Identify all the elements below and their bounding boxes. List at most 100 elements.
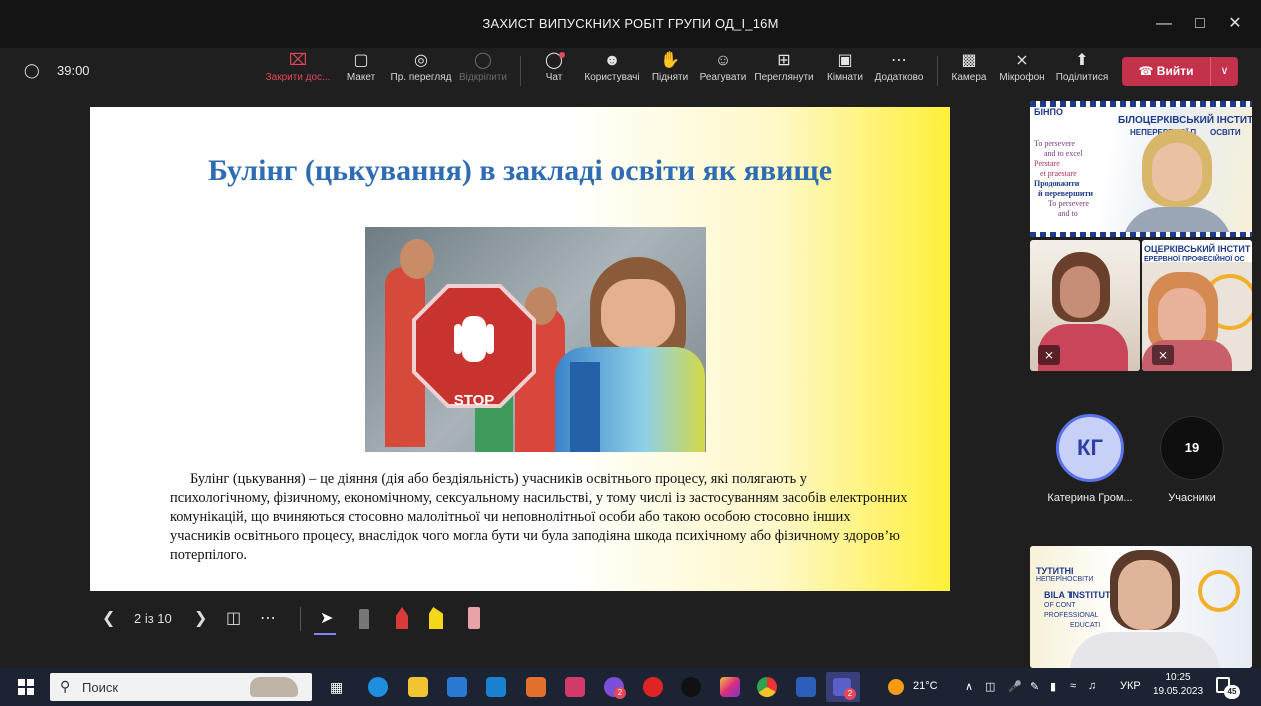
rooms-button[interactable]: ▣ Кімнати [821,50,869,92]
avatar-name: Катерина Гром... [1047,492,1133,504]
notifications-badge: 45 [1224,685,1240,699]
taskbar-search-box[interactable]: ⚲ Поиск [50,673,312,701]
raise-hand-button[interactable]: ✋ Підняти [650,50,690,92]
participants-count-button[interactable]: 19 [1160,416,1224,480]
unpin-button[interactable]: ◯ Відкріпити [457,50,509,92]
toolbar-divider [937,56,938,86]
chat-icon: ◯ [535,50,573,72]
volume-icon[interactable]: ♫ [1088,680,1096,692]
camera-button[interactable]: ▩ Камера [948,50,990,92]
stop-sign-text: STOP [453,392,495,409]
smile-icon: ☺ [714,52,732,69]
microphone-tray-icon[interactable]: 🎤 [1008,680,1022,693]
system-clock[interactable]: 10:25 19.05.2023 [1150,671,1206,699]
red-pen-tool-icon[interactable] [396,607,408,629]
controls-divider [300,607,301,631]
people-button[interactable]: ☻ Користувачі [581,50,643,92]
weather-temperature[interactable]: 21°C [913,680,938,692]
preview-button[interactable]: ◎ Пр. перегляд [388,50,454,92]
file-explorer-icon[interactable] [408,677,428,697]
battery-icon[interactable]: ▮ [1050,680,1056,693]
highlighter-tool-icon[interactable] [429,607,443,629]
opera-icon[interactable] [643,677,663,697]
institute-logo: БІНПО [1034,107,1063,117]
previous-slide-icon[interactable]: ❮ [102,608,115,628]
eye-icon: ◎ [414,52,428,69]
meeting-timer: 39:00 [57,63,90,78]
stop-sharing-button[interactable]: ⌧ Закрити дос... [264,50,332,92]
participant-video-3[interactable]: ОЦЕРКІВСЬКИЙ ІНСТИТ ЕРЕРВНОЇ ПРОФЕСІЙНОЇ… [1142,240,1252,371]
view-button[interactable]: ⊞ Переглянути [752,50,816,92]
task-view-icon[interactable]: ▦ [330,679,343,696]
participants-count-label: Учасники [1168,492,1216,504]
weather-icon[interactable] [888,679,904,695]
muted-mic-icon: ⨯ [1152,345,1174,365]
paint-icon[interactable] [565,677,585,697]
layout-button[interactable]: ▢ Макет [341,50,381,92]
notifications-icon[interactable]: 45 [1216,677,1240,699]
meeting-stage: Булінг (цькування) в закладі освіти як я… [0,94,1261,668]
minimize-icon[interactable]: — [1147,10,1181,38]
language-indicator[interactable]: УКР [1120,680,1141,692]
close-icon[interactable]: ✕ [1218,10,1252,38]
share-button[interactable]: ⬆ Поділитися [1053,50,1111,92]
chat-button[interactable]: ◯ Чат [535,50,573,92]
muted-mic-icon: ⨯ [1038,345,1060,365]
participant-video-2[interactable]: ⨯ [1030,240,1140,371]
close-box-icon: ⌧ [288,52,308,69]
word-icon[interactable] [796,677,816,697]
pen-tool-icon[interactable] [359,609,369,629]
phone-hangup-icon: ☎ [1138,64,1154,78]
teams-icon[interactable]: 2 [826,672,860,702]
toolbar-divider [520,56,521,86]
search-placeholder: Поиск [82,680,119,695]
stop-sign-icon [412,284,536,408]
instagram-icon[interactable] [720,677,740,697]
wifi-icon[interactable]: ≈ [1070,680,1076,692]
slide-page-indicator: 2 із 10 [134,611,172,626]
participant-video-1[interactable]: БІНПО БІЛОЦЕРКІВСЬКИЙ ІНСТИТУТ НЕПЕРЕРВН… [1030,101,1252,237]
camera-icon: ▩ [961,52,977,69]
mail-icon[interactable] [486,677,506,697]
windows-start-icon[interactable] [18,679,34,695]
tiktok-icon[interactable] [681,677,701,697]
slide-image: STOP [365,227,706,452]
app-icon[interactable] [526,677,546,697]
institute-mottos: To persevere and to excel Perstare et pr… [1034,139,1093,218]
leave-button[interactable]: ☎ Вийти ∨ [1122,57,1238,86]
maximize-icon[interactable]: □ [1183,10,1217,38]
microphone-button[interactable]: ⨯ Мікрофон [996,50,1048,92]
more-button[interactable]: ⋯ Додатково [872,50,926,92]
shield-icon: ◯ [24,62,40,78]
chevron-up-icon[interactable]: ∧ [965,680,973,693]
hand-icon: ✋ [660,52,680,69]
more-options-icon[interactable]: ⋯ [260,608,276,628]
windows-taskbar: ⚲ Поиск ▦ 2 2 21°C ∧ ◫ 🎤 ✎ ▮ ≈ ♫ УКР 10:… [0,668,1261,706]
slide-controls: ❮ 2 із 10 ❯ ◫ ⋯ ➤ [90,599,510,639]
viber-icon[interactable]: 2 [604,677,626,699]
eraser-tool-icon[interactable] [468,607,480,629]
search-highlight-illustration [250,677,298,697]
chevron-down-icon[interactable]: ∨ [1210,57,1238,86]
tray-app-icon[interactable]: ◫ [985,680,995,693]
react-button[interactable]: ☺ Реагувати [697,50,749,92]
clock-time: 10:25 [1165,672,1191,683]
slide-body-text: Булінг (цькування) – це діяння (дія або … [170,471,908,563]
rooms-icon: ▣ [837,52,853,69]
active-tool-indicator [314,633,336,635]
more-icon: ⋯ [891,52,907,69]
next-slide-icon[interactable]: ❯ [194,608,207,628]
people-icon: ☻ [603,52,621,69]
self-video[interactable]: ТУТИТНІ НЕПЕР ЇНОСВІТИ BILA T INSTITUTE … [1030,546,1252,668]
share-icon: ⬆ [1075,52,1089,69]
slide-grid-icon[interactable]: ◫ [226,608,241,628]
pointer-tool-icon[interactable]: ➤ [320,608,333,628]
store-icon[interactable] [447,677,467,697]
avatar-initials: КГ [1077,435,1103,460]
edge-icon[interactable] [368,677,388,697]
pen-tray-icon[interactable]: ✎ [1030,680,1039,693]
participant-avatar[interactable]: КГ [1056,414,1124,482]
shared-slide: Булінг (цькування) в закладі освіти як я… [90,107,950,591]
chrome-icon[interactable] [757,677,777,697]
clock-date: 19.05.2023 [1152,686,1204,697]
